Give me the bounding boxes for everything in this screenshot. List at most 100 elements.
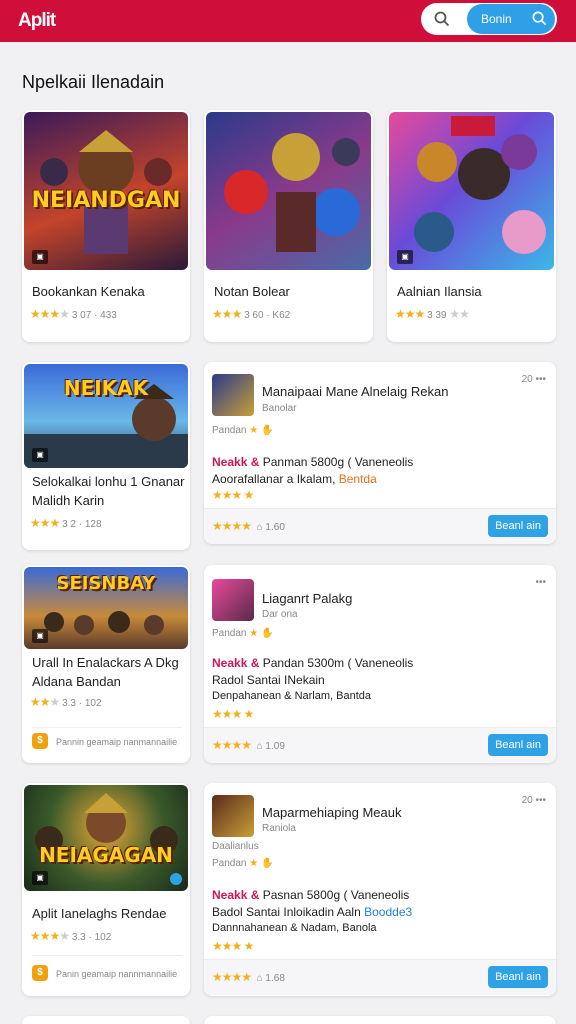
gamepad-icon: ▣ (32, 871, 48, 885)
game-name: Notan Bolear (214, 284, 290, 299)
game-name-line: Selokalkai lonhu 1 Gnanar (32, 474, 185, 489)
game-thumbnail (206, 112, 371, 270)
star-rating-icon: ★★★ ★ (212, 707, 254, 721)
thumbnail-title: NEIKAK (63, 376, 149, 400)
game-list-card[interactable]: 20 ••• Maparmehiaping Meauk Raniola Daal… (204, 783, 556, 996)
star-empty-icon: ★ (49, 695, 61, 709)
more-options-icon[interactable]: 20 ••• (522, 795, 546, 806)
game-name-line: Malidh Karin (32, 493, 105, 508)
star-rating-icon: ★★★★ (212, 738, 252, 752)
star-rating-icon: ★★ (30, 695, 50, 709)
section-title: Npelkaii Ilenadain (22, 72, 165, 92)
game-meta: Pandan ★ ✋ (212, 858, 273, 869)
game-name: Bookankan Kenaka (32, 284, 145, 299)
card-footer: ★★★★ ⌂ 1.09 Beanl ain (204, 727, 556, 763)
game-rating: ★★★★ ⌂ 1.68 (212, 970, 285, 984)
star-icon: ★ (249, 858, 259, 869)
game-card[interactable] (22, 1016, 190, 1024)
gamepad-icon: ▣ (32, 448, 48, 462)
card-footer: ★★★★ ⌂ 1.68 Beanl ain (204, 959, 556, 995)
thumbs-up-icon: ✋ (261, 628, 274, 639)
info-text: Panman 5800g ( Vaneneolis (262, 455, 414, 469)
thumbs-up-icon: ✋ (261, 858, 274, 869)
rating-text: 3 2 · 128 (62, 519, 102, 530)
top-bar: Aplit Bonin (0, 0, 576, 42)
game-name: Selokalkai lonhu 1 Gnanar Malidh Karin (32, 472, 185, 510)
search-button[interactable]: Bonin (467, 4, 555, 34)
game-list-card[interactable]: ••• Liaganrt Palakg Dar ona Pandan ★ ✋ N… (204, 565, 556, 763)
game-rating: ★★★★ ⌂ 1.60 (212, 519, 285, 533)
highlight-text: Bentda (338, 472, 377, 486)
star-empty-icon: ★ (59, 929, 70, 943)
game-info-line: Dannnahanean & Nadam, Banola (212, 922, 377, 934)
game-card[interactable]: ▣ Aalnian Ilansia ★★★ 3 39 ★★ (387, 110, 556, 342)
app-logo[interactable]: Aplit (18, 10, 56, 32)
highlight-text: Neakk & (212, 455, 260, 469)
info-text: Pasnan 5800g ( Vaneneolis (262, 888, 410, 902)
rating-text: 3.3 · 102 (62, 698, 102, 709)
count-text: 20 (521, 374, 533, 385)
star-empty-icon: ★ (59, 307, 70, 321)
meta-text: Pandan (212, 628, 247, 639)
game-list-card[interactable]: 20 ••• Manaipaai Mane Alnelaig Rekan Ban… (204, 362, 556, 544)
star-empty-icon: ★★ (449, 307, 469, 321)
game-thumbnail: NEIKAK ▣ (24, 364, 188, 468)
game-icon (212, 579, 254, 621)
game-list-card[interactable] (204, 1016, 556, 1024)
install-button[interactable]: Beanl ain (488, 966, 548, 988)
game-rating: ★★★ 3 2 · 128 (30, 516, 102, 530)
game-rating: ★★★★ ⌂ 1.09 (212, 738, 285, 752)
highlight-text: Neakk & (212, 888, 260, 902)
game-card[interactable]: Notan Bolear ★★★ 3 60 · K62 (204, 110, 373, 342)
game-rating: ★★★★ 3.3 · 102 (30, 929, 111, 943)
info-text: Pandan 5300m ( Vaneneolis (262, 656, 414, 670)
game-rating: ★★★★ 3 07 · 433 (30, 307, 117, 321)
game-card[interactable]: SEISNBAY ▣ Urall In Enalackars A Dkg Alda… (22, 565, 190, 763)
rating-text: 3 07 · 433 (71, 310, 117, 321)
game-card[interactable]: NEIANDGAN ▣ Bookankan Kenaka ★★★★ 3 07 ·… (22, 110, 190, 342)
footer-value: 1.60 (265, 522, 285, 533)
more-options-icon[interactable]: 20 ••• (522, 374, 546, 385)
thumbnail-title: NEIAGAGAN (39, 843, 173, 867)
game-title: Maparmehiaping Meauk (262, 805, 402, 820)
game-card[interactable]: NEIAGAGAN ▣ Aplit Ianelaghs Rendae ★★★★ … (22, 783, 190, 996)
game-meta: Daalianlus (212, 841, 259, 852)
game-info-line: Denpahanean & Narlam, Bantda (212, 690, 371, 702)
install-button[interactable]: Beanl ain (488, 734, 548, 756)
gamepad-icon: ▣ (32, 250, 48, 264)
star-rating-icon: ★★★ (395, 307, 425, 321)
search-icon[interactable] (433, 10, 451, 28)
game-meta: Pandan ★ ✋ (212, 628, 273, 639)
rating-text: 3.3 · 102 (71, 932, 112, 943)
game-subtitle: Raniola (262, 823, 296, 834)
gamepad-icon: ▣ (397, 250, 413, 264)
bag-icon: ⌂ (256, 522, 263, 533)
star-rating-icon: ★★★ (30, 307, 60, 321)
info-text: Badol Santai Inloikadin Aaln (212, 905, 361, 919)
star-icon: ★ (249, 425, 259, 436)
footer-text: Panin geamaip nannmannailie (56, 969, 178, 979)
game-rating: ★★★ 3.3 · 102 (30, 695, 102, 709)
game-info-line: Badol Santai Inloikadin Aaln Boodde3 (212, 905, 412, 919)
game-title: Manaipaai Mane Alnelaig Rekan (262, 384, 449, 399)
coin-icon: $ (32, 733, 48, 749)
game-info-line: Aoorafallanar a Ikalam, Bentda (212, 472, 377, 486)
more-options-icon[interactable]: ••• (535, 577, 546, 588)
game-card[interactable]: NEIKAK ▣ Selokalkai lonhu 1 Gnanar Malidh… (22, 362, 190, 550)
game-info-line: Neakk & Pandan 5300m ( Vaneneolis (212, 656, 413, 670)
info-text: Aoorafallanar a Ikalam, (212, 472, 336, 486)
search-button-label: Bonin (481, 12, 512, 26)
game-rating: ★★★ ★ (212, 707, 254, 721)
game-info-line: Neakk & Pasnan 5800g ( Vaneneolis (212, 888, 409, 902)
count-text: 20 (521, 795, 533, 806)
rating-text: 3 39 (427, 310, 447, 321)
game-icon (212, 795, 254, 837)
bag-icon: ⌂ (256, 973, 263, 984)
game-rating: ★★★ 3 39 ★★ (395, 307, 470, 321)
game-art (414, 116, 546, 254)
thumbs-up-icon: ✋ (261, 425, 274, 436)
install-button[interactable]: Beanl ain (488, 515, 548, 537)
game-rating: ★★★ ★ (212, 939, 254, 953)
star-rating-icon: ★★★ (30, 516, 60, 530)
search-box[interactable]: Bonin (421, 3, 557, 35)
